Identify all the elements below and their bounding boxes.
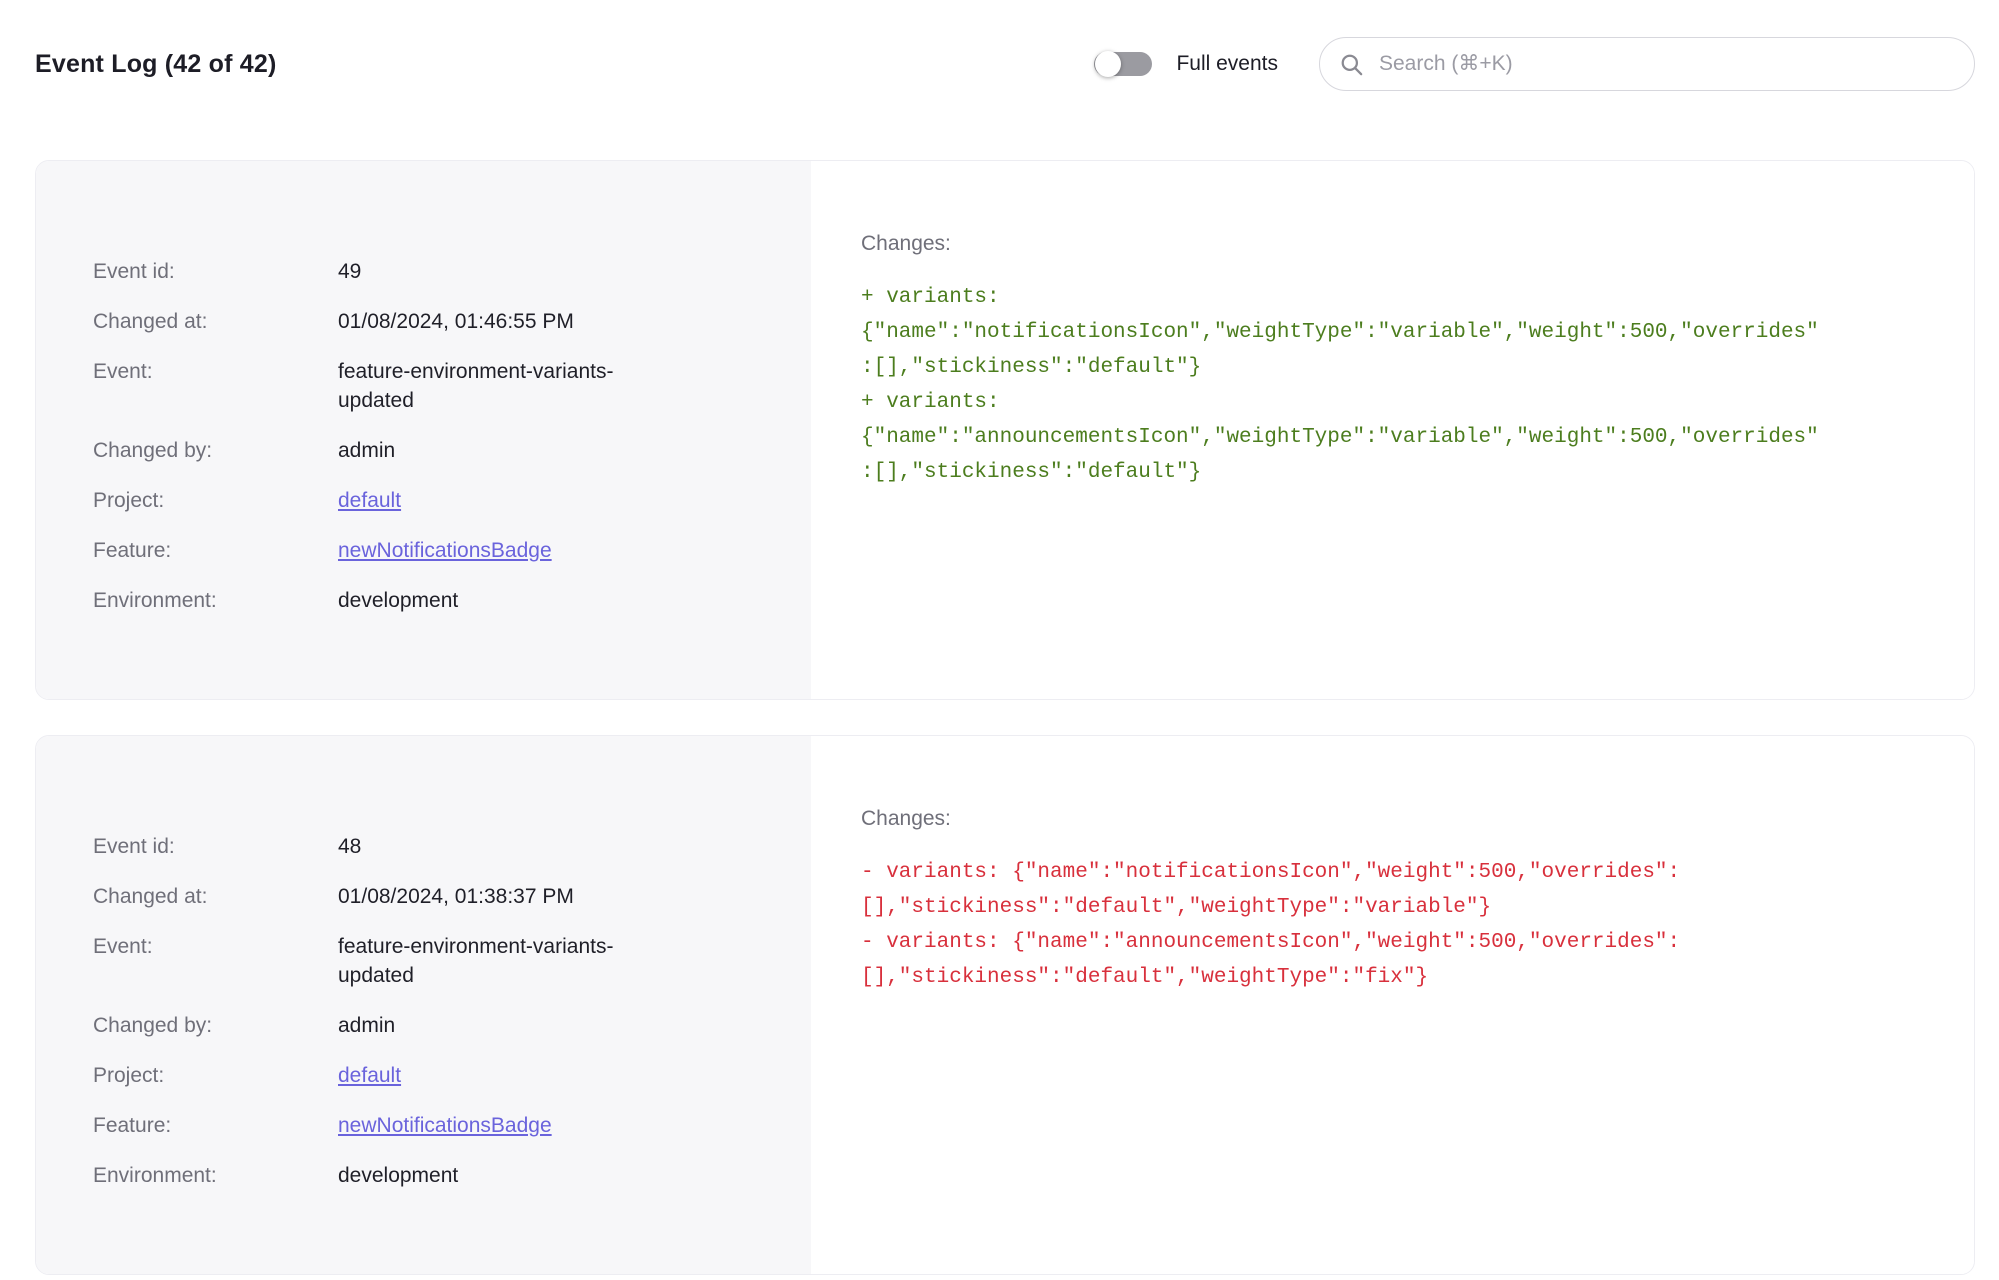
- meta-row-project: Project: default: [93, 1061, 771, 1090]
- meta-value: 48: [338, 835, 362, 858]
- meta-label: Environment:: [93, 589, 217, 612]
- meta-label: Event id:: [93, 260, 175, 283]
- diff-addition: + variants: {"name":"announcementsIcon",…: [861, 391, 1819, 484]
- meta-label: Changed by:: [93, 439, 213, 462]
- full-events-toggle-group: Full events: [1094, 50, 1278, 78]
- meta-row-event-id: Event id: 49: [93, 257, 771, 286]
- event-card: Event id: 49 Changed at: 01/08/2024, 01:…: [35, 160, 1975, 700]
- meta-row-event: Event: feature-environment-variants-upda…: [93, 932, 771, 990]
- search-input[interactable]: [1377, 51, 1954, 77]
- meta-value: 01/08/2024, 01:38:37 PM: [338, 885, 574, 908]
- meta-row-event: Event: feature-environment-variants-upda…: [93, 357, 771, 415]
- meta-label: Changed at:: [93, 885, 208, 908]
- changes-label: Changes:: [861, 807, 951, 830]
- meta-label: Project:: [93, 489, 165, 512]
- meta-row-feature: Feature: newNotificationsBadge: [93, 536, 771, 565]
- meta-label: Environment:: [93, 1164, 217, 1187]
- search-box[interactable]: [1319, 37, 1975, 91]
- event-changes-panel: Changes: + variants: {"name":"notificati…: [811, 161, 1974, 699]
- meta-row-environment: Environment: development: [93, 1161, 771, 1190]
- event-card: Event id: 48 Changed at: 01/08/2024, 01:…: [35, 735, 1975, 1275]
- meta-value: development: [338, 589, 459, 612]
- event-changes-panel: Changes: - variants: {"name":"notificati…: [811, 736, 1974, 1274]
- meta-value: feature-environment-variants-updated: [338, 360, 614, 412]
- meta-value: 01/08/2024, 01:46:55 PM: [338, 310, 574, 333]
- diff-deletion: - variants: {"name":"announcementsIcon",…: [861, 931, 1681, 989]
- meta-label: Event:: [93, 935, 153, 958]
- full-events-label: Full events: [1176, 52, 1278, 75]
- changes-label: Changes:: [861, 232, 951, 255]
- meta-label: Event id:: [93, 835, 175, 858]
- meta-label: Event:: [93, 360, 153, 383]
- page-header: Event Log (42 of 42) Full events: [35, 0, 1975, 128]
- full-events-switch[interactable]: [1094, 50, 1153, 78]
- project-link[interactable]: default: [338, 486, 401, 515]
- event-list: Event id: 49 Changed at: 01/08/2024, 01:…: [35, 160, 1975, 1275]
- event-meta-panel: Event id: 49 Changed at: 01/08/2024, 01:…: [36, 161, 811, 699]
- meta-label: Project:: [93, 1064, 165, 1087]
- meta-value: admin: [338, 439, 396, 462]
- meta-row-changed-at: Changed at: 01/08/2024, 01:46:55 PM: [93, 307, 771, 336]
- project-link[interactable]: default: [338, 1061, 401, 1090]
- diff-deletion: - variants: {"name":"notificationsIcon",…: [861, 861, 1681, 919]
- meta-row-project: Project: default: [93, 486, 771, 515]
- meta-row-environment: Environment: development: [93, 586, 771, 615]
- feature-link[interactable]: newNotificationsBadge: [338, 536, 552, 565]
- meta-label: Feature:: [93, 539, 172, 562]
- meta-value: admin: [338, 1014, 396, 1037]
- meta-row-changed-by: Changed by: admin: [93, 436, 771, 465]
- meta-label: Feature:: [93, 1114, 172, 1137]
- meta-row-changed-by: Changed by: admin: [93, 1011, 771, 1040]
- feature-link[interactable]: newNotificationsBadge: [338, 1111, 552, 1140]
- search-icon: [1338, 51, 1365, 78]
- event-meta-panel: Event id: 48 Changed at: 01/08/2024, 01:…: [36, 736, 811, 1274]
- meta-label: Changed at:: [93, 310, 208, 333]
- meta-row-feature: Feature: newNotificationsBadge: [93, 1111, 771, 1140]
- diff-addition: + variants: {"name":"notificationsIcon",…: [861, 286, 1819, 379]
- meta-label: Changed by:: [93, 1014, 213, 1037]
- meta-row-event-id: Event id: 48: [93, 832, 771, 861]
- meta-value: 49: [338, 260, 362, 283]
- meta-value: development: [338, 1164, 459, 1187]
- event-log-page: Event Log (42 of 42) Full events Ev: [0, 0, 1999, 1280]
- meta-row-changed-at: Changed at: 01/08/2024, 01:38:37 PM: [93, 882, 771, 911]
- meta-value: feature-environment-variants-updated: [338, 935, 614, 987]
- page-title: Event Log (42 of 42): [35, 49, 277, 78]
